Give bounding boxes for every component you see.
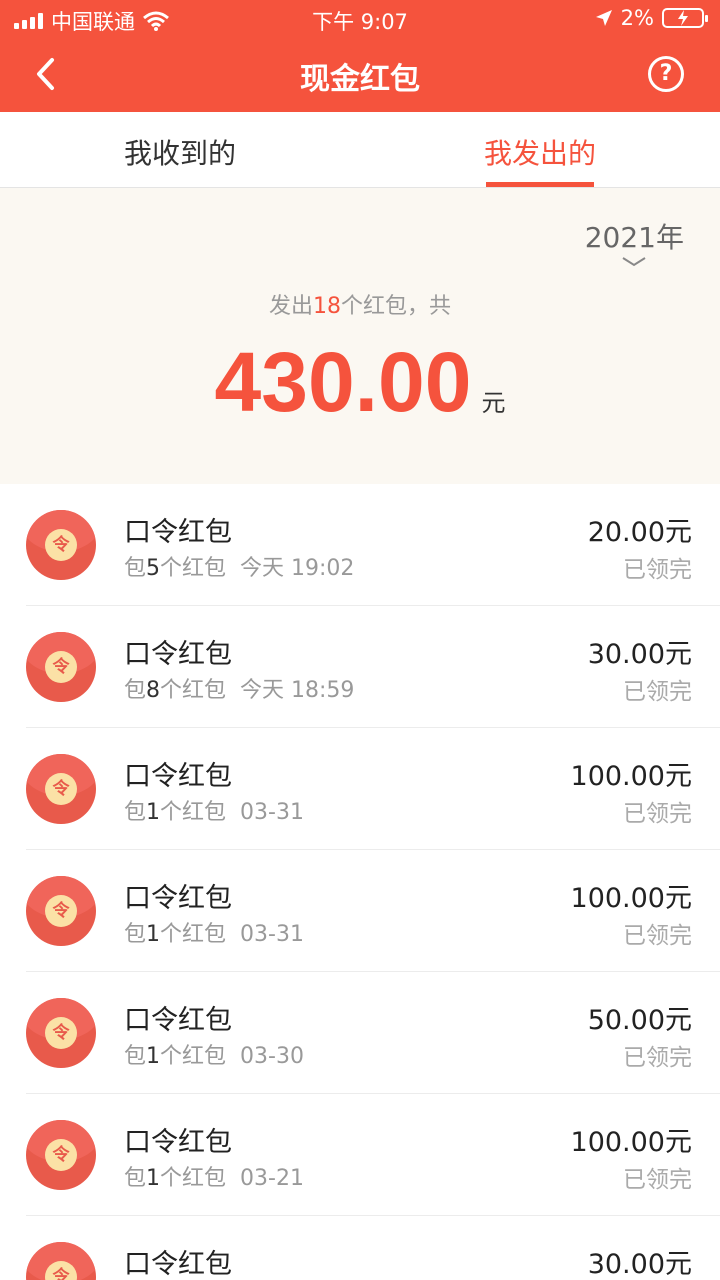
battery-percent: 2% [620, 6, 654, 30]
item-time: 03-30 [240, 1044, 304, 1069]
item-count: 1 [146, 1044, 161, 1069]
item-status: 已领完 [623, 1045, 692, 1071]
chevron-down-icon [622, 257, 646, 267]
item-suffix: 个红包 [160, 1044, 227, 1069]
red-envelope-icon: 令 [26, 876, 96, 946]
item-prefix: 包 [124, 800, 147, 825]
item-count: 1 [146, 800, 161, 825]
list-item[interactable]: 令 口令红包 包8个红包 今天 18:59 30.00元 已领完 [0, 606, 720, 728]
red-envelope-icon: 令 [26, 998, 96, 1068]
item-amount: 30.00元 [587, 639, 692, 670]
item-time: 今天 19:02 [240, 556, 355, 581]
red-envelope-icon: 令 [26, 1242, 96, 1280]
item-count: 5 [146, 556, 161, 581]
envelope-list: 令 口令红包 包5个红包 今天 19:02 20.00元 已领完 令 口令红包 包… [0, 484, 720, 1280]
item-suffix: 个红包 [160, 800, 227, 825]
item-title: 口令红包 [124, 1127, 232, 1158]
summary-prefix: 发出 [268, 294, 313, 319]
item-subtitle: 包1个红包 03-21 [124, 1160, 304, 1192]
item-status: 已领完 [623, 1167, 692, 1193]
item-amount: 100.00元 [570, 761, 692, 792]
seal-char: 令 [45, 773, 77, 805]
item-suffix: 个红包 [160, 556, 227, 581]
tab-sent[interactable]: 我发出的 [484, 132, 596, 172]
item-count: 8 [146, 678, 161, 703]
item-prefix: 包 [124, 556, 147, 581]
list-item[interactable]: 令 口令红包 包1个红包 03-31 100.00元 已领完 [0, 728, 720, 850]
list-item[interactable]: 令 口令红包 包1个红包 03-30 50.00元 已领完 [0, 972, 720, 1094]
help-icon[interactable]: ? [648, 56, 684, 92]
item-title: 口令红包 [124, 517, 232, 548]
app-root: 中国联通 下午 9:07 2% 现金红包 ? 我收到的 我发出的 2021年 发… [0, 0, 720, 1280]
page-title: 现金红包 [300, 62, 420, 97]
item-subtitle: 包8个红包 今天 18:59 [124, 672, 354, 704]
item-title: 口令红包 [124, 761, 232, 792]
item-amount: 20.00元 [587, 517, 692, 548]
tab-bar: 我收到的 我发出的 [0, 112, 720, 188]
item-prefix: 包 [124, 678, 147, 703]
item-title: 口令红包 [124, 1249, 232, 1280]
location-arrow-icon [595, 10, 612, 26]
seal-char: 令 [45, 895, 77, 927]
item-time: 03-31 [240, 800, 304, 825]
item-amount: 50.00元 [587, 1005, 692, 1036]
item-title: 口令红包 [124, 883, 232, 914]
red-envelope-icon: 令 [26, 754, 96, 824]
tab-active-indicator [486, 182, 594, 187]
item-prefix: 包 [124, 922, 147, 947]
item-suffix: 个红包 [160, 1166, 227, 1191]
item-subtitle: 包1个红包 03-31 [124, 916, 304, 948]
item-subtitle: 包5个红包 今天 19:02 [124, 550, 354, 582]
battery-icon [662, 8, 708, 28]
item-prefix: 包 [124, 1044, 147, 1069]
item-title: 口令红包 [124, 639, 232, 670]
summary-text: 发出18个红包，共 [0, 288, 720, 320]
item-status: 已领完 [623, 801, 692, 827]
year-selector[interactable]: 2021年 [585, 216, 684, 268]
total-amount: 430.00 [214, 335, 472, 429]
item-status: 已领完 [623, 557, 692, 583]
total-unit: 元 [481, 389, 506, 417]
item-subtitle: 包1个红包 03-31 [124, 794, 304, 826]
item-title: 口令红包 [124, 1005, 232, 1036]
total-amount-row: 430.00 元 [0, 334, 720, 431]
seal-char: 令 [45, 651, 77, 683]
summary-suffix: 个红包，共 [341, 294, 452, 319]
seal-char: 令 [45, 529, 77, 561]
summary-panel: 2021年 发出18个红包，共 430.00 元 [0, 188, 720, 484]
nav-bar: 现金红包 ? [0, 36, 720, 112]
item-suffix: 个红包 [160, 922, 227, 947]
list-item[interactable]: 令 口令红包 30.00元 [0, 1216, 720, 1280]
item-time: 03-21 [240, 1166, 304, 1191]
red-envelope-icon: 令 [26, 510, 96, 580]
item-time: 03-31 [240, 922, 304, 947]
list-item[interactable]: 令 口令红包 包1个红包 03-31 100.00元 已领完 [0, 850, 720, 972]
item-subtitle: 包1个红包 03-30 [124, 1038, 304, 1070]
list-item[interactable]: 令 口令红包 包1个红包 03-21 100.00元 已领完 [0, 1094, 720, 1216]
seal-char: 令 [45, 1139, 77, 1171]
item-status: 已领完 [623, 679, 692, 705]
item-count: 1 [146, 922, 161, 947]
item-amount: 100.00元 [570, 1127, 692, 1158]
item-time: 今天 18:59 [240, 678, 355, 703]
summary-count: 18 [313, 294, 341, 319]
list-item[interactable]: 令 口令红包 包5个红包 今天 19:02 20.00元 已领完 [0, 484, 720, 606]
item-status: 已领完 [623, 923, 692, 949]
seal-char: 令 [45, 1017, 77, 1049]
item-suffix: 个红包 [160, 678, 227, 703]
year-label: 2021年 [584, 221, 684, 254]
status-bar: 中国联通 下午 9:07 2% [0, 0, 720, 36]
red-envelope-icon: 令 [26, 632, 96, 702]
tab-received[interactable]: 我收到的 [124, 132, 236, 172]
item-count: 1 [146, 1166, 161, 1191]
red-envelope-icon: 令 [26, 1120, 96, 1190]
item-amount: 100.00元 [570, 883, 692, 914]
item-prefix: 包 [124, 1166, 147, 1191]
status-right: 2% [595, 6, 708, 30]
item-amount: 30.00元 [587, 1249, 692, 1280]
